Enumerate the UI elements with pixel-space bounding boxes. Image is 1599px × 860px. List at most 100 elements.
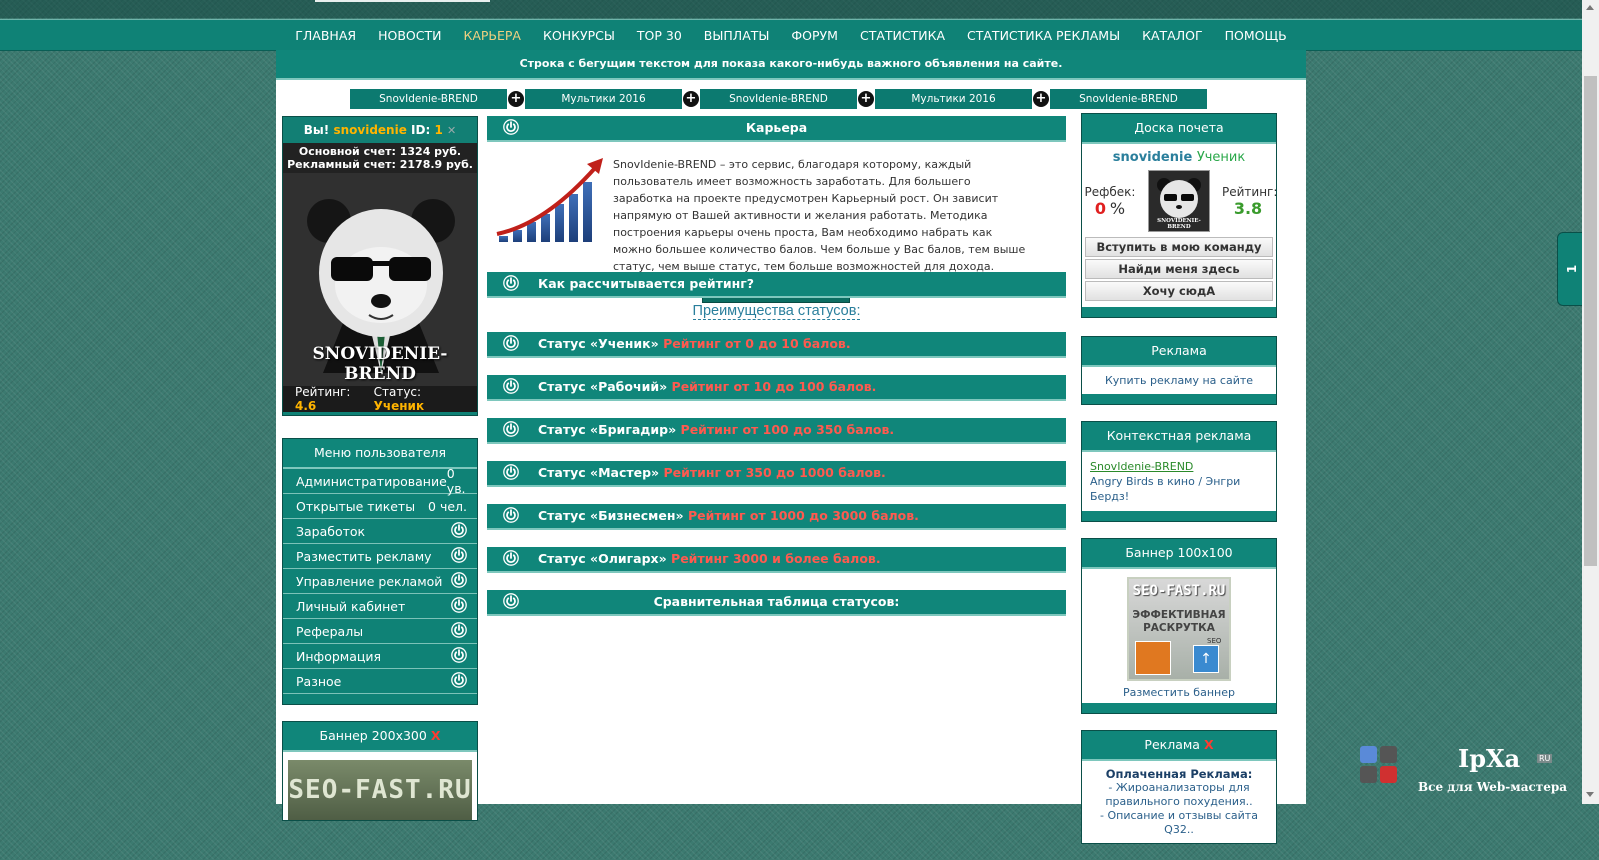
nav-item[interactable]: СТАТИСТИКА РЕКЛАМЫ: [956, 28, 1131, 43]
power-icon[interactable]: [451, 647, 467, 666]
honor-status: Ученик: [1196, 150, 1246, 165]
buy-ad-link[interactable]: Купить рекламу на сайте: [1082, 367, 1276, 394]
user-menu-item-label: Информация: [296, 648, 382, 664]
close-icon[interactable]: X: [431, 728, 441, 743]
career-title: Карьера: [745, 120, 808, 135]
power-icon[interactable]: [503, 593, 519, 617]
banner-100x100: Баннер 100x100 SEO-FAST.RU ЭФФЕКТИВНАЯ Р…: [1081, 538, 1277, 714]
user-menu-item-label: Разместить рекламу: [296, 548, 432, 564]
power-icon[interactable]: [451, 547, 467, 566]
rating-status-bar: Рейтинг: 4.6 Статус: Ученик: [283, 385, 477, 415]
nav-item[interactable]: ВЫПЛАТЫ: [693, 28, 781, 43]
nav-item[interactable]: ПОМОЩЬ: [1214, 28, 1298, 43]
scrollbar[interactable]: [1582, 0, 1599, 804]
banner-link[interactable]: SnovIdenie-BREND: [350, 89, 507, 109]
close-icon[interactable]: X: [1204, 737, 1214, 752]
how-rating-text: Как рассчитывается рейтинг?: [538, 276, 755, 291]
context-ad-link-1[interactable]: SnovIdenie-BREND: [1090, 459, 1268, 474]
banner-link[interactable]: SnovIdenie-BREND: [700, 89, 857, 109]
seo-fast-banner-small[interactable]: SEO-FAST.RU ЭФФЕКТИВНАЯ РАСКРУТКА ↑ SEO: [1127, 577, 1231, 681]
scroll-thumb[interactable]: [1584, 76, 1597, 566]
nav-item[interactable]: НОВОСТИ: [367, 28, 452, 43]
scroll-up-icon[interactable]: [1586, 5, 1594, 10]
power-icon[interactable]: [503, 550, 519, 574]
nav-item[interactable]: ГЛАВНАЯ: [284, 28, 367, 43]
status-row[interactable]: Статус «Бизнесмен» Рейтинг от 1000 до 30…: [487, 504, 1066, 530]
user-menu-item[interactable]: Информация: [283, 644, 477, 669]
power-icon[interactable]: [451, 522, 467, 541]
power-icon[interactable]: [503, 378, 519, 402]
status-range: Рейтинг от 0 до 10 балов.: [663, 336, 851, 351]
power-icon[interactable]: [503, 507, 519, 531]
banner-link[interactable]: SnovIdenie-BREND: [1050, 89, 1207, 109]
honor-button[interactable]: Найди меня здесь: [1085, 259, 1273, 279]
user-menu-item[interactable]: Разное: [283, 669, 477, 694]
user-menu-item[interactable]: Администратирование 0 ув.: [283, 466, 477, 496]
user-menu-item[interactable]: Рефералы: [283, 619, 477, 644]
honor-body: snovidenie Ученик Рефбек: 0 % SNOVIDENIE…: [1082, 144, 1277, 307]
ticker-bar: Строка с бегущим текстом для показа како…: [276, 50, 1306, 80]
nav-item[interactable]: КОНКУРСЫ: [532, 28, 626, 43]
power-icon[interactable]: [451, 597, 467, 616]
advantages-text[interactable]: Преимущества статусов:: [692, 303, 861, 320]
nav-item[interactable]: ФОРУМ: [780, 28, 849, 43]
tools-icon[interactable]: ✕: [447, 124, 456, 137]
status-name: Статус «Бизнесмен»: [538, 508, 684, 523]
refback-unit: %: [1109, 198, 1126, 218]
nav-item[interactable]: КАТАЛОГ: [1131, 28, 1213, 43]
place-banner-link[interactable]: Разместить баннер: [1082, 683, 1276, 703]
power-icon[interactable]: [503, 421, 519, 445]
top-strip-line: [315, 0, 490, 2]
honor-button[interactable]: Хочу сюдА: [1085, 281, 1273, 301]
honor-stats: Рефбек: 0 % SNOVIDENIE-BREND Рейтинг: 3.…: [1082, 167, 1277, 235]
honor-nick[interactable]: snovidenie: [1113, 150, 1193, 165]
user-nick[interactable]: snovidenie: [333, 123, 406, 137]
user-avatar[interactable]: SNOVIDENIE-BREND: [283, 173, 477, 386]
status-row[interactable]: Статус «Мастер» Рейтинг от 350 до 1000 б…: [487, 461, 1066, 487]
status-row[interactable]: Статус «Олигарх» Рейтинг 3000 и более ба…: [487, 547, 1066, 573]
power-icon[interactable]: [503, 275, 519, 299]
honor-footer: [1082, 307, 1276, 317]
user-menu-item[interactable]: Управление рекламой: [283, 569, 477, 594]
power-icon[interactable]: [503, 464, 519, 488]
watermark-square: [1360, 746, 1377, 763]
status-row[interactable]: Статус «Бригадир» Рейтинг от 100 до 350 …: [487, 418, 1066, 444]
power-icon[interactable]: [451, 572, 467, 591]
banner-link[interactable]: Мультики 2016: [875, 89, 1032, 109]
status-name: Статус «Бригадир»: [538, 422, 677, 437]
ad-account: Рекламный счет: 2178.9 руб.: [287, 158, 473, 171]
seo-fast-banner-image[interactable]: SEO-FAST.RU: [288, 760, 472, 820]
watermark-square: [1360, 766, 1377, 783]
plus-icon[interactable]: +: [858, 91, 874, 107]
power-icon[interactable]: [451, 672, 467, 691]
user-menu-item[interactable]: Открытые тикеты 0 чел.: [283, 494, 477, 519]
power-icon[interactable]: [503, 335, 519, 359]
compare-table-header[interactable]: Сравнительная таблица статусов:: [487, 590, 1066, 616]
nav-item[interactable]: СТАТИСТИКА: [849, 28, 956, 43]
user-menu-item[interactable]: Разместить рекламу: [283, 544, 477, 569]
status-row[interactable]: Статус «Рабочий» Рейтинг от 10 до 100 ба…: [487, 375, 1066, 401]
status-row[interactable]: Статус «Ученик» Рейтинг от 0 до 10 балов…: [487, 332, 1066, 358]
nav-item[interactable]: TOP 30: [626, 28, 693, 43]
honor-button[interactable]: Вступить в мою команду: [1085, 237, 1273, 257]
power-icon[interactable]: [503, 119, 519, 143]
user-menu-item[interactable]: Заработок: [283, 519, 477, 544]
top-navigation: ГЛАВНАЯ НОВОСТИ КАРЬЕРА КОНКУРСЫ TOP 30 ВЫПЛА…: [0, 19, 1582, 51]
context-ad-link-2[interactable]: Angry Birds в кино / Энгри Бердз!: [1090, 474, 1268, 504]
paid-ad-link[interactable]: - Жироанализаторы для правильного похуде…: [1086, 781, 1272, 809]
paid-ad-link[interactable]: - Описание и отзывы сайта Q32..: [1086, 809, 1272, 837]
user-menu-item[interactable]: Личный кабинет: [283, 594, 477, 619]
plus-icon[interactable]: +: [508, 91, 524, 107]
banner-link[interactable]: Мультики 2016: [525, 89, 682, 109]
power-icon[interactable]: [451, 622, 467, 641]
rating-label: Рейтинг:: [295, 385, 351, 399]
how-rating-header[interactable]: Как рассчитывается рейтинг?: [487, 272, 1066, 298]
honor-avatar[interactable]: SNOVIDENIE-BREND: [1148, 170, 1210, 232]
user-menu-title: Меню пользователя: [283, 439, 477, 469]
growth-chart-icon: [496, 158, 603, 242]
plus-icon[interactable]: +: [683, 91, 699, 107]
user-menu-footer: [283, 694, 477, 704]
scroll-down-icon[interactable]: [1586, 792, 1594, 797]
nav-item[interactable]: КАРЬЕРА: [452, 28, 532, 43]
plus-icon[interactable]: +: [1033, 91, 1049, 107]
